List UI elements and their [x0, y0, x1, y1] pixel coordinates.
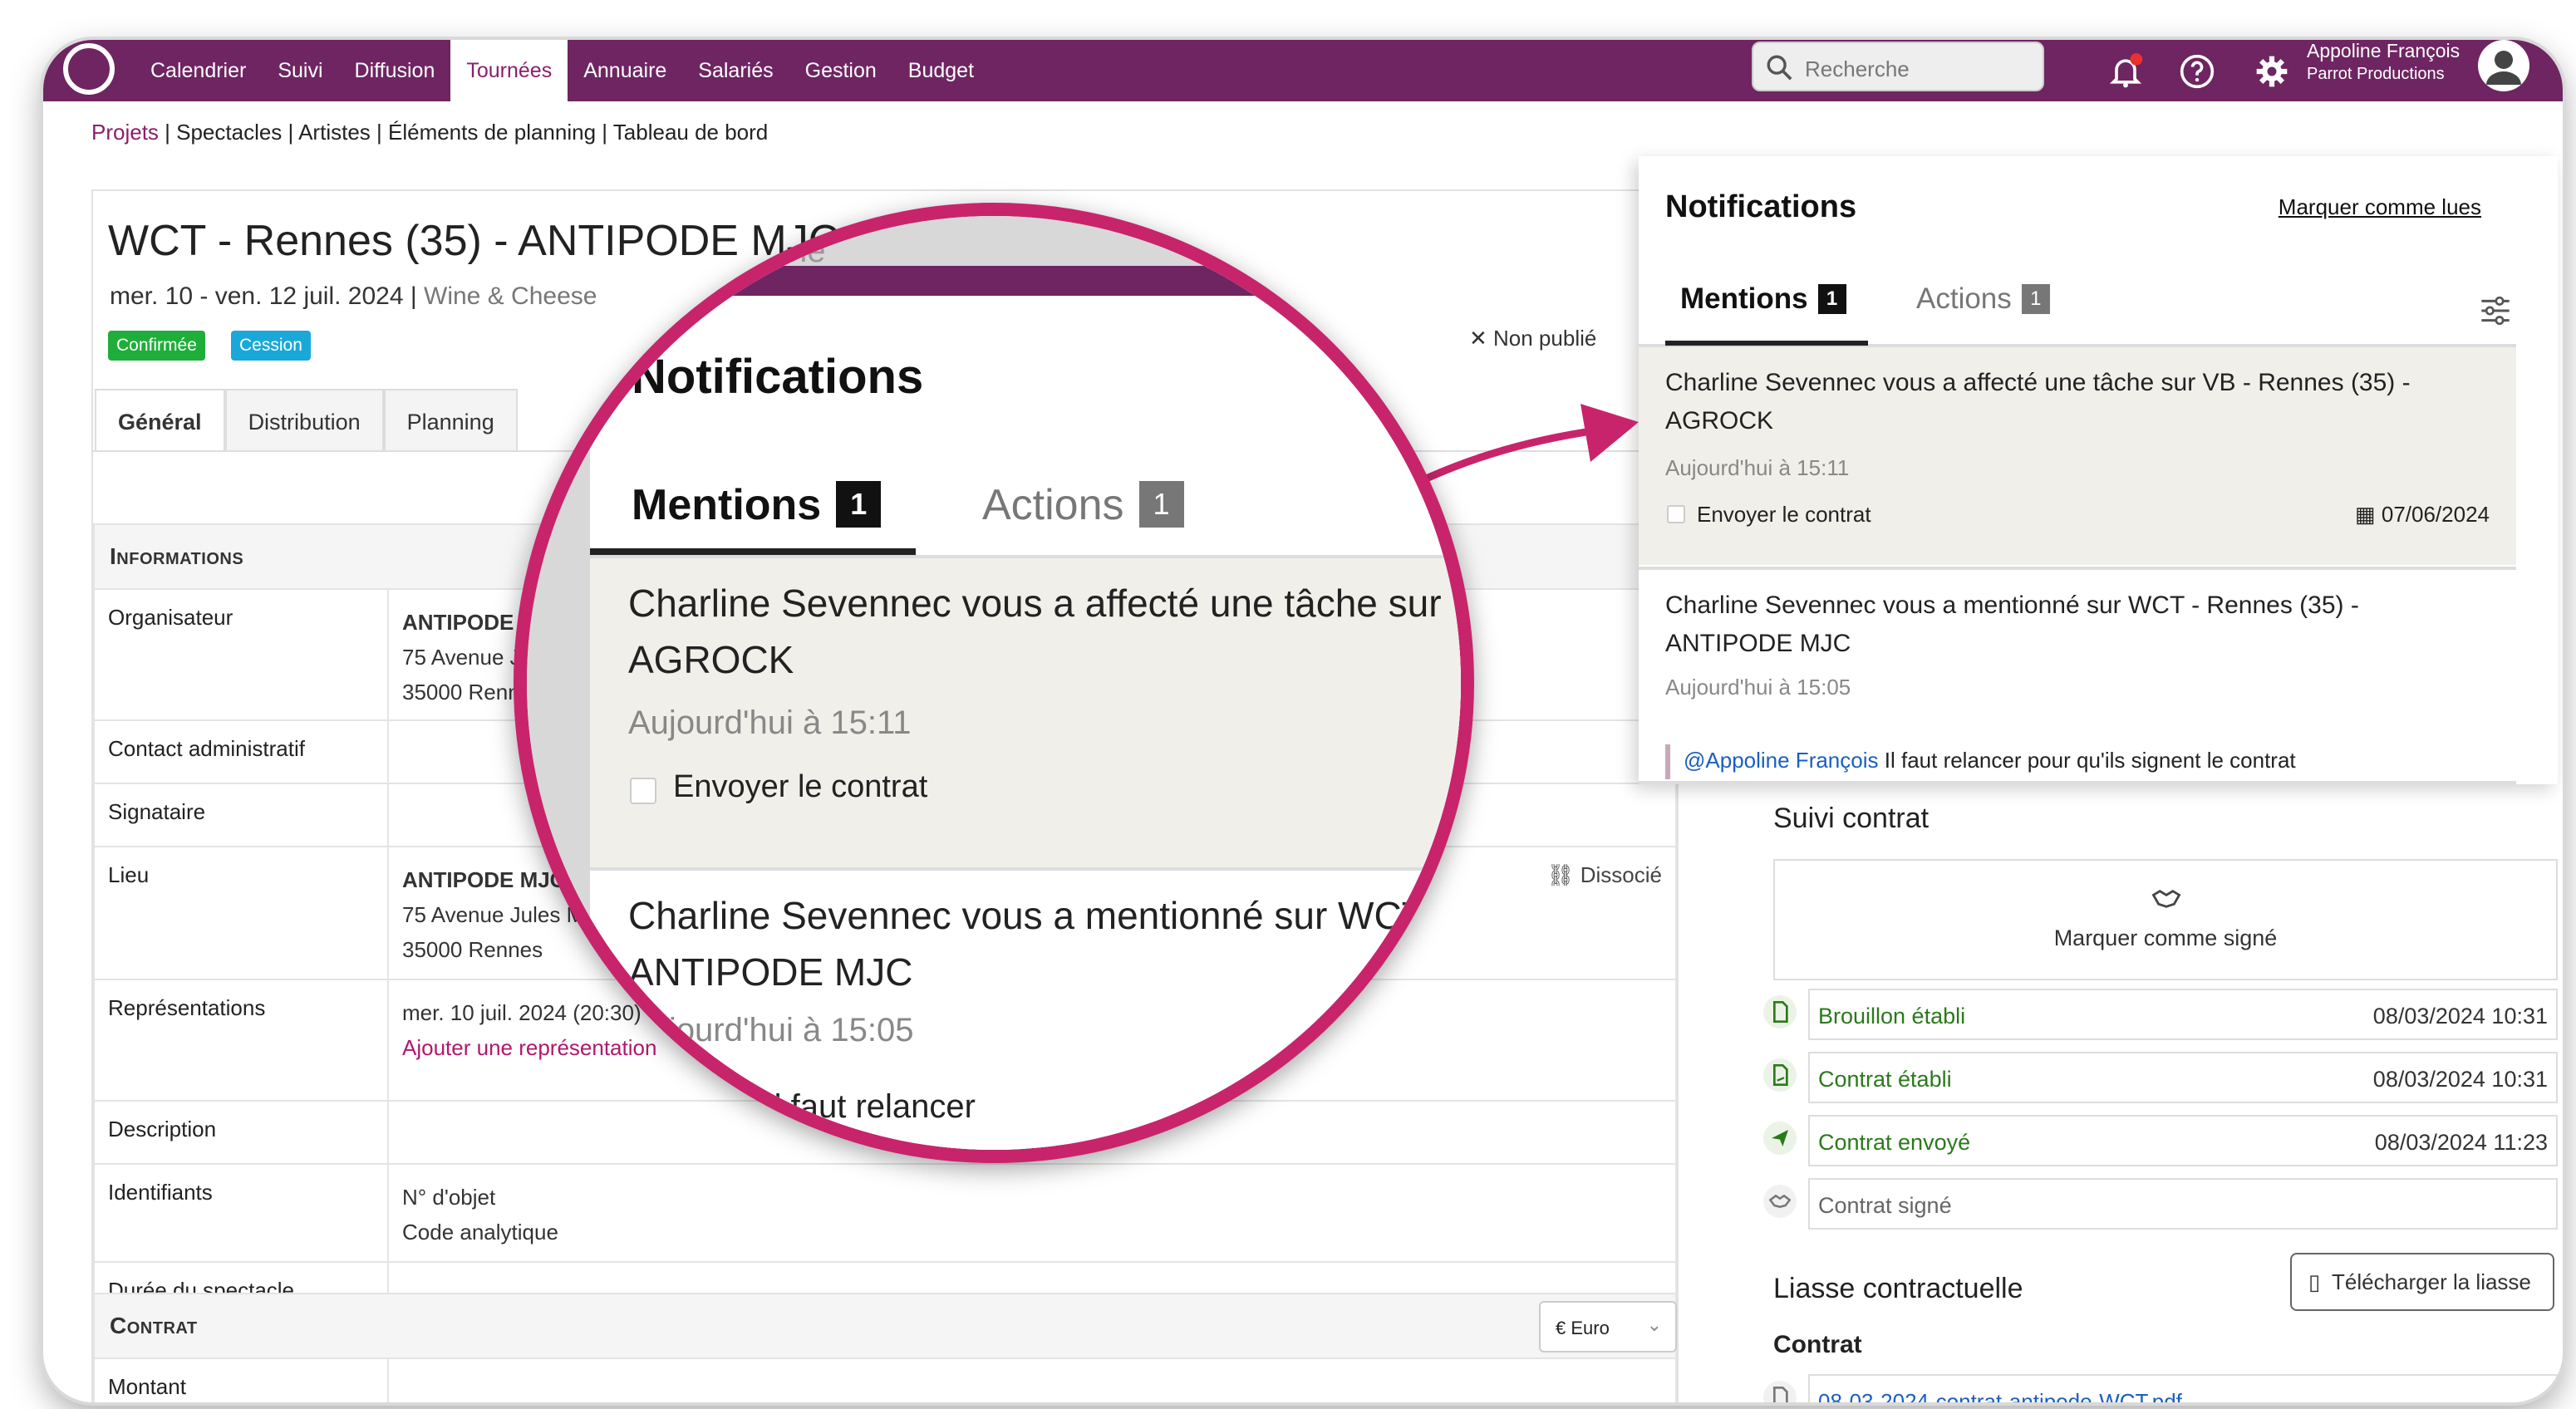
magnifier-zoom: Recherche Notifications Mentions 1 Action… — [514, 203, 1474, 1163]
avatar-icon — [2486, 51, 2521, 85]
calendar-icon: ▦ — [2355, 502, 2376, 527]
tab-general[interactable]: Général — [95, 389, 225, 452]
breadcrumb-artistes[interactable]: Artistes — [298, 120, 371, 145]
tab-distribution[interactable]: Distribution — [224, 389, 384, 452]
status-badge-confirmee: Confirmée — [108, 331, 205, 361]
section-contrat: Contrat — [93, 1293, 1677, 1359]
main-nav: Calendrier Suivi Diffusion Tournées Annu… — [135, 40, 990, 101]
tab-planning[interactable]: Planning — [383, 389, 518, 452]
gear-icon[interactable] — [2254, 53, 2290, 90]
mark-signed-button[interactable]: Marquer comme signé — [1773, 859, 2558, 980]
mentions-count-badge: 1 — [1817, 284, 1846, 314]
nav-item-suivi[interactable]: Suivi — [262, 40, 338, 101]
dissocie-button[interactable]: ⛓ Dissocié — [1547, 862, 1663, 888]
search-placeholder: Recherche — [1805, 56, 1910, 81]
nav-item-tournees[interactable]: Tournées — [450, 40, 568, 101]
zoom-notification-item: Charline Sevennec vous a affecté une tâc… — [590, 555, 1461, 867]
file-download-icon: ▯ — [2308, 1269, 2321, 1294]
project-dates: mer. 10 - ven. 12 juil. 2024 | Wine & Ch… — [110, 282, 597, 310]
suivi-contrat-title: Suivi contrat — [1773, 803, 1930, 834]
nav-item-gestion[interactable]: Gestion — [789, 40, 892, 101]
download-liasse-button[interactable]: ▯ Télécharger la liasse — [2290, 1253, 2554, 1311]
row-identifiants: Identifiants N° d'objet Code analytique — [93, 1165, 1677, 1263]
handshake-icon — [1763, 1185, 1797, 1218]
nav-item-budget[interactable]: Budget — [892, 40, 990, 101]
task-due-date: ▦ 07/06/2024 — [2355, 502, 2490, 527]
zoom-notifications-title: Notifications — [632, 350, 924, 404]
active-tab-indicator — [1665, 341, 1868, 346]
task-checkbox[interactable] — [1667, 505, 1685, 523]
breadcrumb-tableau-bord[interactable]: Tableau de bord — [613, 120, 768, 145]
status-badge-cession: Cession — [231, 331, 311, 361]
send-icon — [1763, 1122, 1797, 1155]
user-name: Appoline François — [2307, 40, 2460, 61]
search-input[interactable]: Recherche — [1752, 42, 2044, 91]
row-montant: Montant — [93, 1359, 1677, 1402]
search-icon — [1767, 55, 1792, 81]
notification-item[interactable]: Charline Sevennec vous a affecté une tâc… — [1639, 347, 2516, 565]
handshake-icon — [2151, 890, 2181, 908]
notification-item[interactable]: Charline Sevennec vous a mentionné sur W… — [1639, 567, 2516, 784]
nav-item-diffusion[interactable]: Diffusion — [339, 40, 451, 101]
notifications-popover: Notifications Marquer comme lues Mention… — [1639, 156, 2558, 784]
notifications-title: Notifications — [1665, 189, 1857, 224]
suivi-step-brouillon: Brouillon établi 08/03/2024 10:31 — [1808, 989, 2558, 1040]
suivi-step-envoye: Contrat envoyé 08/03/2024 11:23 — [1808, 1115, 2558, 1166]
breadcrumb-elements-planning[interactable]: Éléments de planning — [388, 120, 596, 145]
mark-all-read-link[interactable]: Marquer comme lues — [2279, 194, 2481, 220]
contract-file-link[interactable]: 08-03-2024-contrat-antipode-WCT.pdf — [1808, 1374, 2558, 1402]
app-logo[interactable] — [63, 43, 115, 95]
mention-link[interactable]: @Appoline François — [1684, 748, 1879, 773]
unlink-icon: ⛓ — [1546, 862, 1575, 887]
pdf-file-icon — [1763, 1381, 1797, 1402]
file-icon — [1763, 995, 1797, 1029]
breadcrumb: Projets | Spectacles | Artistes | Élémen… — [91, 120, 769, 145]
suivi-step-etabli: Contrat établi 08/03/2024 10:31 — [1808, 1052, 2558, 1103]
visibility-toggle[interactable]: ✕ Non publié — [1469, 326, 1596, 351]
nav-item-calendrier[interactable]: Calendrier — [135, 40, 262, 101]
filter-settings-icon[interactable] — [2478, 294, 2513, 327]
project-tabs: Général Distribution Planning — [95, 389, 518, 452]
liasse-contrat-label: Contrat — [1773, 1331, 1862, 1358]
chevron-down-icon: ⌄ — [1646, 1314, 1662, 1335]
tab-actions[interactable]: Actions 1 — [1916, 282, 2050, 316]
nav-item-salaries[interactable]: Salariés — [682, 40, 789, 101]
app-window: Calendrier Suivi Diffusion Tournées Annu… — [43, 40, 2563, 1402]
zoom-notification-item: Charline Sevennec vous a mentionné sur W… — [590, 867, 1461, 1150]
actions-count-badge: 1 — [2021, 284, 2050, 314]
mention-quote: @Appoline François Il faut relancer pour… — [1684, 748, 2296, 773]
help-icon[interactable] — [2179, 53, 2215, 90]
breadcrumb-projets[interactable]: Projets — [91, 120, 159, 145]
file-signature-icon — [1763, 1058, 1797, 1092]
suivi-step-signe: Contrat signé — [1808, 1178, 2558, 1230]
zoom-tab-actions: Actions 1 — [982, 480, 1184, 530]
currency-select[interactable]: € Euro ⌄ — [1539, 1301, 1677, 1353]
breadcrumb-spectacles[interactable]: Spectacles — [176, 120, 282, 145]
bell-icon[interactable] — [2107, 53, 2144, 90]
liasse-title: Liasse contractuelle — [1773, 1273, 2023, 1304]
user-company: Parrot Productions — [2307, 65, 2445, 83]
top-navigation-bar: Calendrier Suivi Diffusion Tournées Annu… — [43, 40, 2563, 101]
avatar[interactable] — [2478, 40, 2529, 91]
nav-item-annuaire[interactable]: Annuaire — [568, 40, 682, 101]
tab-mentions[interactable]: Mentions 1 — [1680, 282, 1846, 316]
zoom-tab-mentions: Mentions 1 — [632, 480, 882, 530]
